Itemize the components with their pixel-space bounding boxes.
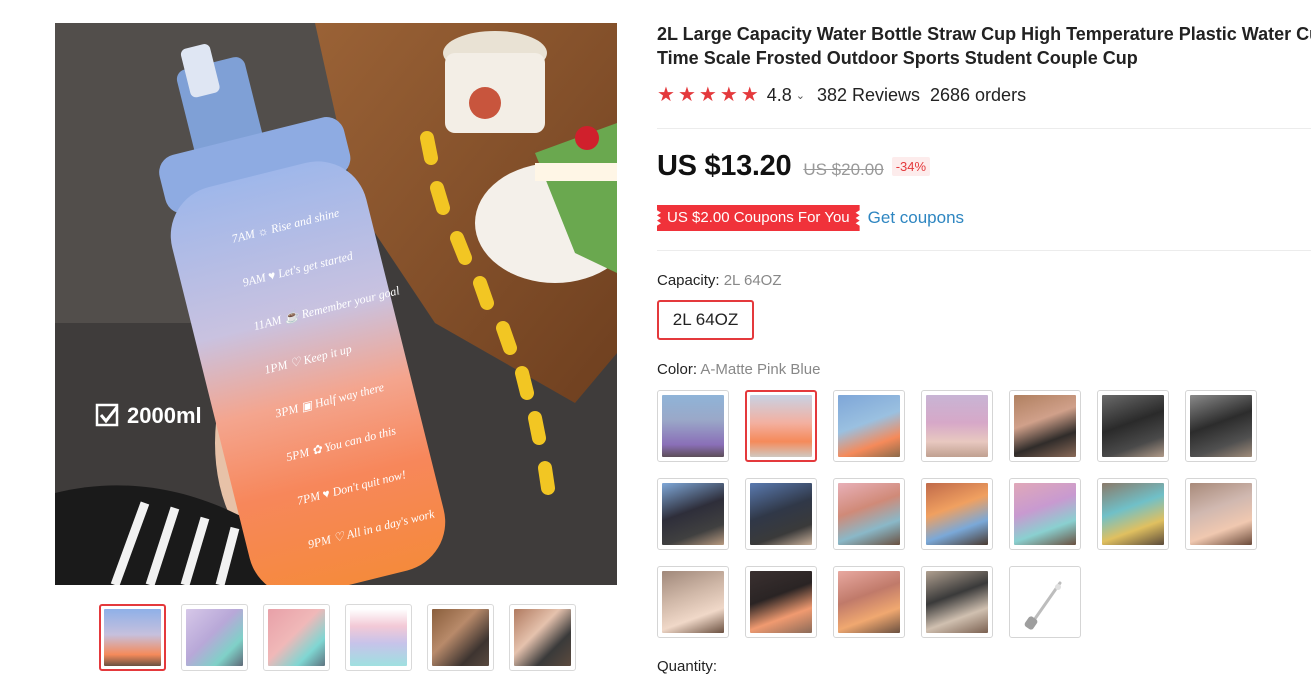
color-swatch[interactable] [745,566,817,638]
color-swatch[interactable] [657,566,729,638]
color-label: Color: A-Matte Pink Blue [657,361,820,378]
thumbnail-1[interactable] [99,604,166,671]
star-icon: ★ [698,84,717,106]
get-coupons-link[interactable]: Get coupons [868,208,964,228]
rating-value[interactable]: 4.8 [767,85,792,106]
thumbnail-2[interactable] [181,604,248,671]
thumbnail-6[interactable] [509,604,576,671]
color-swatch[interactable] [1097,390,1169,462]
color-swatch[interactable] [1009,478,1081,550]
chevron-down-icon[interactable]: ⌄ [796,89,805,102]
star-icon: ★ [657,84,675,106]
color-swatch[interactable] [657,390,729,462]
star-rating: ★ ★ ★ ★ ★ [657,85,759,105]
straw-icon [1024,581,1062,630]
color-swatch[interactable] [657,478,729,550]
main-product-image[interactable]: 7AM ☼ Rise and shine 9AM ♥ Let's get sta… [55,23,617,585]
product-title: 2L Large Capacity Water Bottle Straw Cup… [657,24,1311,68]
thumbnail-3[interactable] [263,604,330,671]
capacity-label: Capacity: 2L 64OZ [657,272,782,289]
capacity-option-2l-64oz[interactable]: 2L 64OZ [657,300,754,340]
star-icon: ★ [740,84,759,106]
reviews-link[interactable]: 382 Reviews [817,85,920,106]
color-swatch[interactable] [833,390,905,462]
capacity-caption: 2000ml [127,403,202,428]
coupon-badge[interactable]: US $2.00 Coupons For You [657,205,860,231]
star-icon: ★ [677,84,696,106]
price-row: US $13.20 US $20.00 -34% [657,150,931,183]
color-swatch[interactable] [745,478,817,550]
thumbnail-strip [99,604,576,671]
color-swatch-selected[interactable] [745,390,817,462]
color-label-text: Color: [657,361,701,378]
color-swatch[interactable] [1097,478,1169,550]
thumbnail-4[interactable] [345,604,412,671]
thumbnail-5[interactable] [427,604,494,671]
divider [657,128,1311,129]
rating-row: ★ ★ ★ ★ ★ 4.8 ⌄ 382 Reviews 2686 orders [657,83,1311,107]
color-swatch[interactable] [921,478,993,550]
divider [657,250,1311,251]
current-price: US $13.20 [657,150,792,182]
color-swatch[interactable] [921,566,993,638]
color-swatch[interactable] [833,478,905,550]
original-price: US $20.00 [803,160,884,179]
water-bottle-photo: 7AM ☼ Rise and shine 9AM ♥ Let's get sta… [55,23,617,585]
color-swatch[interactable] [1009,390,1081,462]
quantity-label: Quantity: [657,658,718,675]
orders-count: 2686 orders [930,84,1027,105]
color-swatch[interactable] [833,566,905,638]
color-swatch[interactable] [1185,390,1257,462]
coupon-row: US $2.00 Coupons For You Get coupons [657,205,964,231]
capacity-label-text: Capacity: [657,272,724,289]
color-swatch-straw[interactable] [1009,566,1081,638]
capacity-selected-value: 2L 64OZ [723,272,782,289]
color-swatch[interactable] [1185,478,1257,550]
star-icon: ★ [719,84,738,106]
product-info: 2L Large Capacity Water Bottle Straw Cup… [657,22,1311,107]
discount-badge: -34% [891,157,931,176]
color-selected-value: A-Matte Pink Blue [700,361,821,378]
color-swatch[interactable] [921,390,993,462]
